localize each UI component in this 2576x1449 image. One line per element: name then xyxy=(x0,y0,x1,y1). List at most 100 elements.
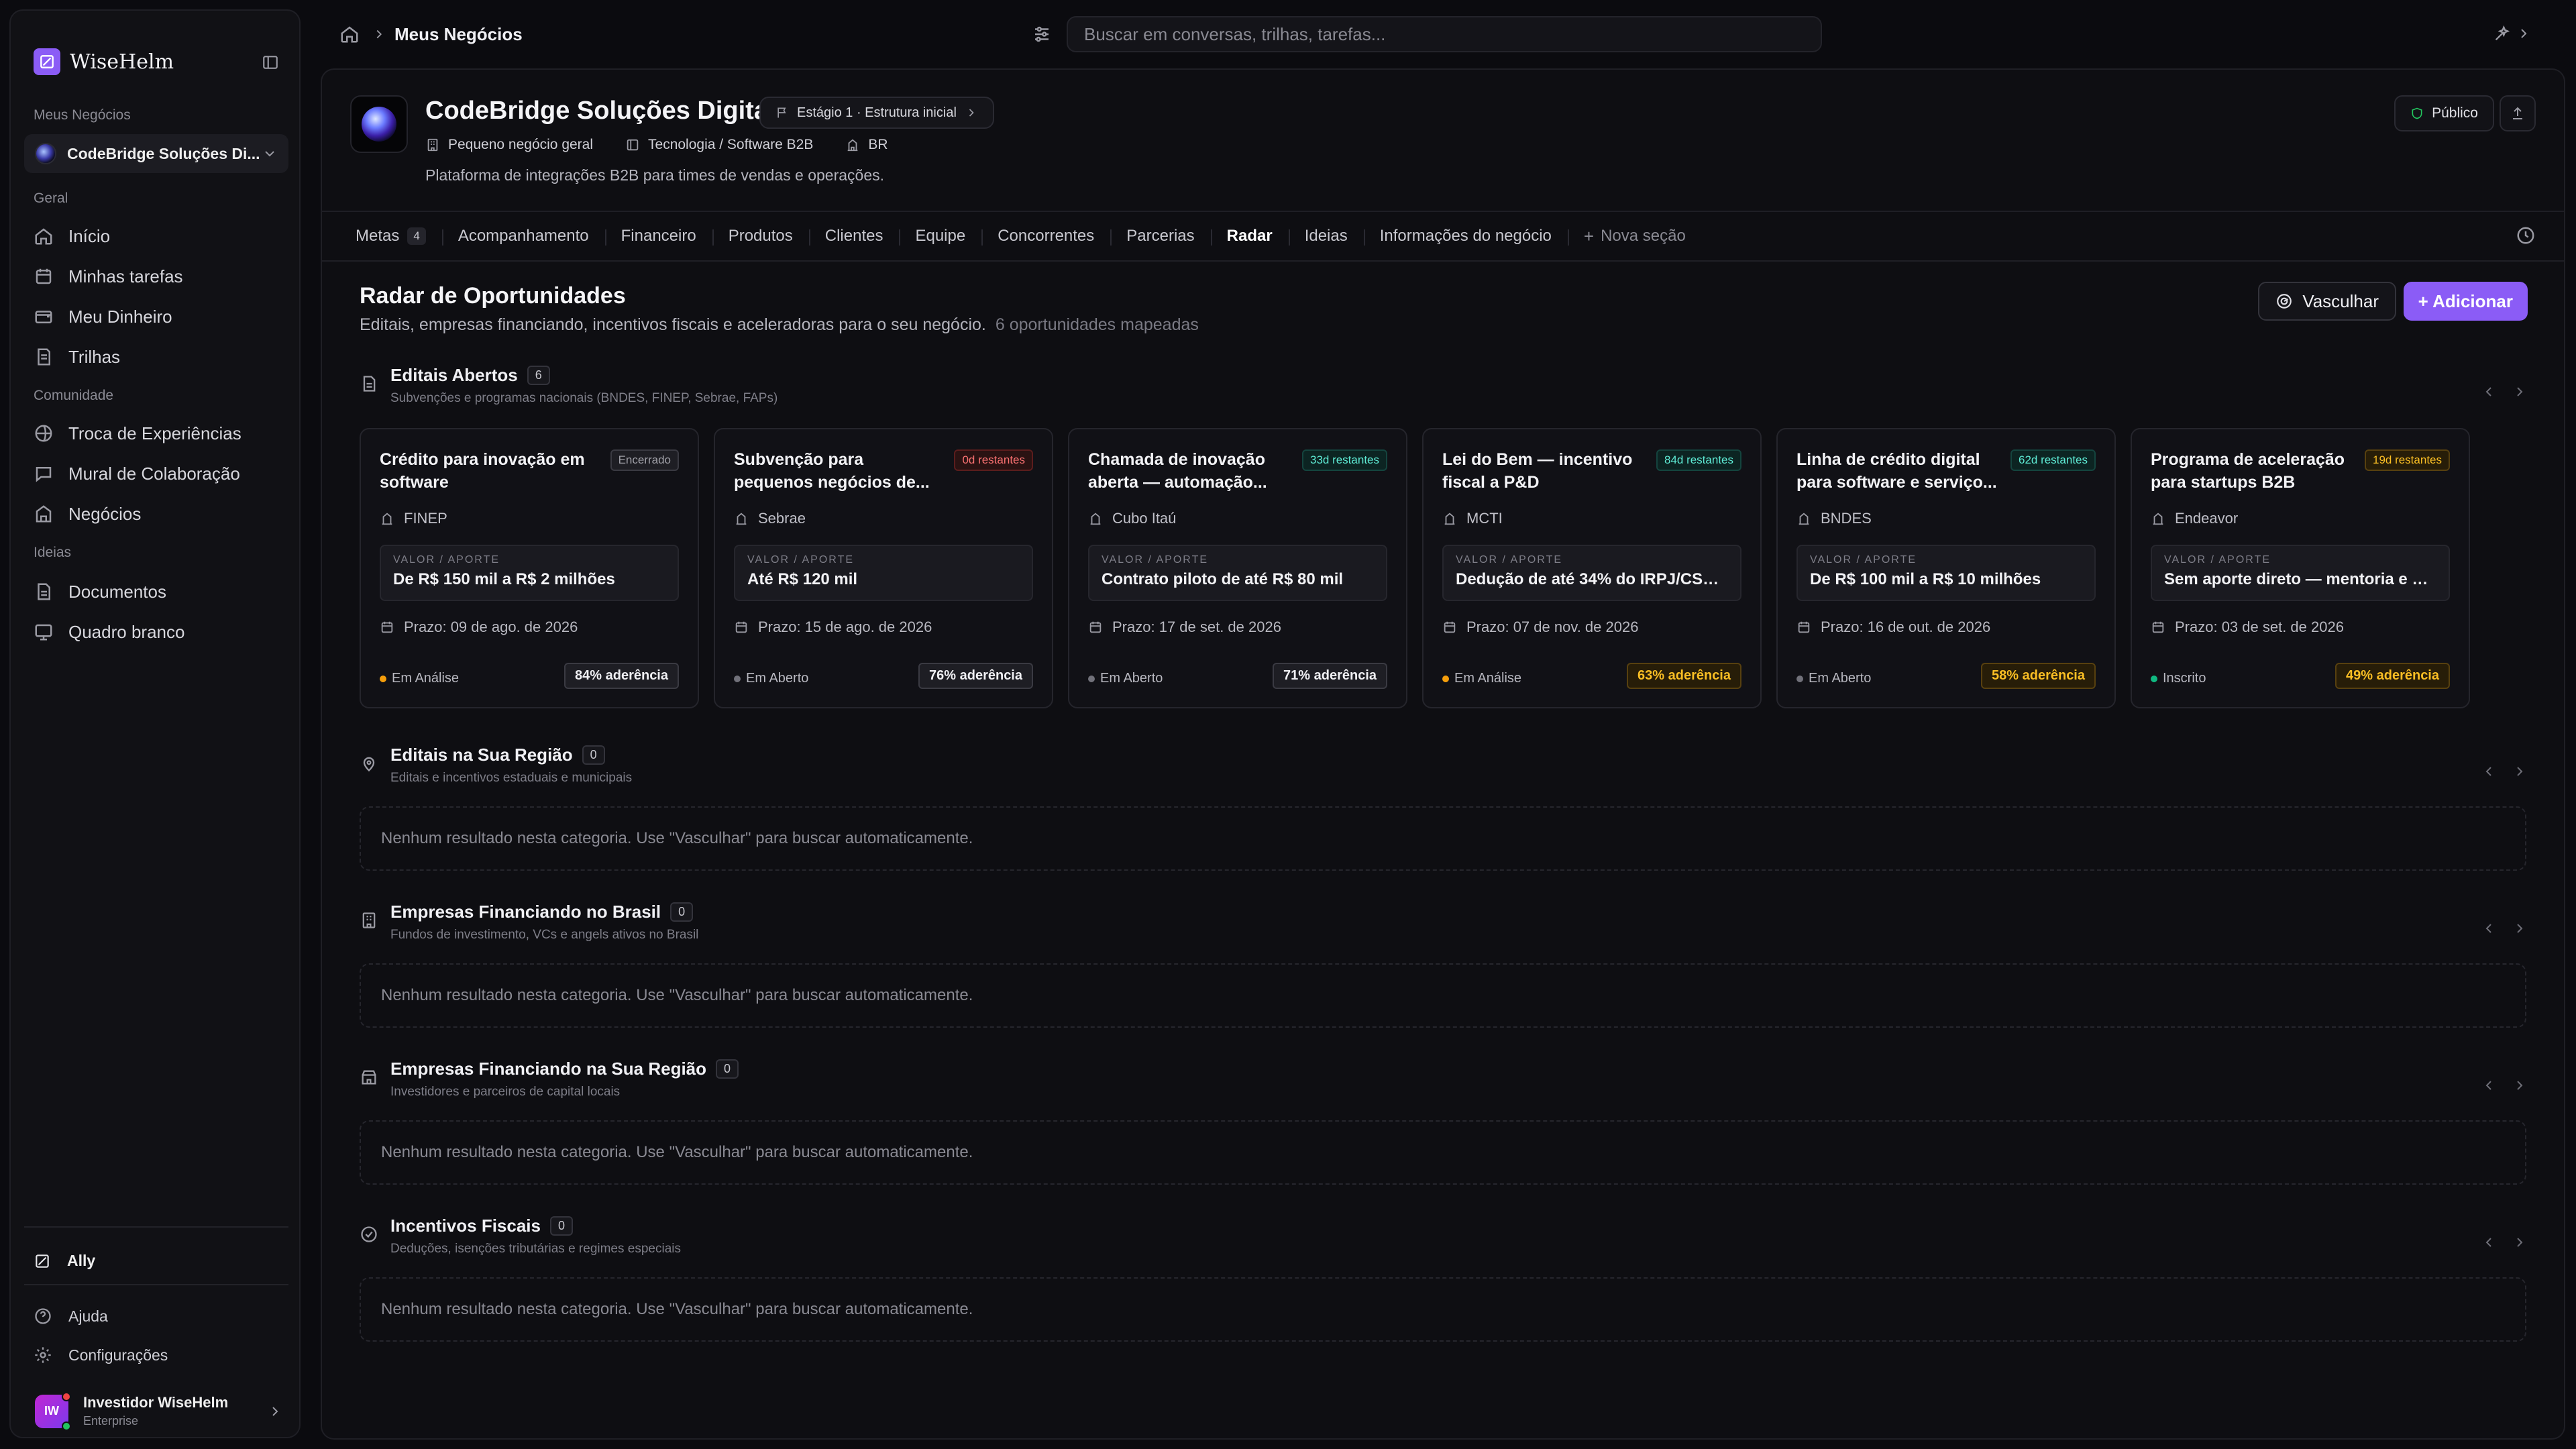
avatar: IW xyxy=(35,1391,71,1431)
section-count: 0 xyxy=(582,745,605,765)
nav-item-collab-board[interactable]: Mural de Colaboração xyxy=(34,459,240,488)
business-logo-orb xyxy=(362,107,396,142)
plus-icon: + xyxy=(1583,225,1595,246)
home-icon[interactable] xyxy=(339,24,360,44)
card-org: Cubo Itaú xyxy=(1088,510,1176,527)
chevron-right-icon[interactable] xyxy=(2512,384,2528,400)
chevron-left-icon[interactable] xyxy=(2481,763,2497,780)
stage-label: Estágio 1 · Estrutura inicial xyxy=(797,105,957,120)
value-label: VALOR / APORTE xyxy=(393,554,500,566)
chevron-right-icon[interactable] xyxy=(2512,1234,2528,1250)
chevron-right-icon[interactable] xyxy=(2512,1077,2528,1093)
card-title: Lei do Bem — incentivo fiscal a P&D xyxy=(1442,450,1633,492)
opportunity-card[interactable]: Chamada de inovação aberta — automação..… xyxy=(1068,428,1407,708)
card-deadline-text: Prazo: 03 de set. de 2026 xyxy=(2175,619,2344,635)
nav-item-tasks[interactable]: Minhas tarefas xyxy=(34,262,183,291)
opportunity-card[interactable]: Crédito para inovação em software Encerr… xyxy=(360,428,699,708)
opportunity-card[interactable]: Linha de crédito digital para software e… xyxy=(1776,428,2116,708)
chevron-left-icon[interactable] xyxy=(2481,1234,2497,1250)
tab-radar[interactable]: Radar xyxy=(1210,212,1289,260)
opportunity-card[interactable]: Programa de aceleração para startups B2B… xyxy=(2131,428,2470,708)
radar-title: Radar de Oportunidades xyxy=(360,283,626,309)
opportunity-card[interactable]: Lei do Bem — incentivo fiscal a P&D 84d … xyxy=(1422,428,1762,708)
user-menu[interactable]: IW Investidor WiseHelm Enterprise xyxy=(35,1391,283,1431)
section-title: Editais Abertos xyxy=(390,365,518,385)
section-carousel-nav xyxy=(2481,384,2528,400)
opportunity-card[interactable]: Subvenção para pequenos negócios de... 0… xyxy=(714,428,1053,708)
business-selector[interactable]: CodeBridge Soluções Di... xyxy=(24,134,288,173)
business-description: Plataforma de integrações B2B para times… xyxy=(425,166,885,184)
card-org-name: FINEP xyxy=(404,510,447,527)
history-icon[interactable] xyxy=(2516,225,2536,246)
chevron-left-icon[interactable] xyxy=(2481,920,2497,936)
brand[interactable]: WiseHelm xyxy=(34,48,174,75)
tab-concorrentes[interactable]: Concorrentes xyxy=(981,212,1110,260)
breadcrumb[interactable]: Meus Negócios xyxy=(394,24,523,45)
card-org: MCTI xyxy=(1442,510,1503,527)
tab-informacoes[interactable]: Informações do negócio xyxy=(1363,212,1568,260)
search-input[interactable] xyxy=(1084,23,1805,45)
nav-item-business[interactable]: Negócios xyxy=(34,499,141,529)
chevron-left-icon[interactable] xyxy=(2481,384,2497,400)
card-value: Até R$ 120 mil xyxy=(747,570,858,588)
calendar-icon xyxy=(2151,620,2165,635)
chevron-right-icon[interactable] xyxy=(2512,763,2528,780)
search-bar[interactable] xyxy=(1067,16,1822,52)
nav-item-documents[interactable]: Documentos xyxy=(34,577,166,606)
card-title: Crédito para inovação em software xyxy=(380,450,585,492)
tab-label: Metas xyxy=(356,227,400,245)
tab-label: Radar xyxy=(1226,227,1273,245)
ally-label: Ally xyxy=(67,1252,96,1269)
card-title: Chamada de inovação aberta — automação..… xyxy=(1088,450,1267,492)
stage-pill[interactable]: Estágio 1 · Estrutura inicial xyxy=(759,97,994,129)
card-value: Dedução de até 34% do IRPJ/CSLL... xyxy=(1456,570,1728,588)
sparkle-icon[interactable] xyxy=(2493,24,2512,43)
tab-equipe[interactable]: Equipe xyxy=(899,212,981,260)
card-deadline-text: Prazo: 17 de set. de 2026 xyxy=(1112,619,1281,635)
chevron-right-icon[interactable] xyxy=(2512,920,2528,936)
nav-item-whiteboard[interactable]: Quadro branco xyxy=(34,617,184,647)
nav-item-home[interactable]: Início xyxy=(34,221,110,251)
share-button[interactable] xyxy=(2500,95,2536,131)
tab-label: Informações do negócio xyxy=(1379,227,1552,245)
collapse-sidebar-icon[interactable] xyxy=(262,54,279,71)
tab-parcerias[interactable]: Parcerias xyxy=(1110,212,1210,260)
chevron-right-icon xyxy=(965,106,978,119)
nav-label: Início xyxy=(68,225,111,246)
tab-ideias[interactable]: Ideias xyxy=(1288,212,1364,260)
card-status: Inscrito xyxy=(2151,671,2206,686)
help-link[interactable]: Ajuda xyxy=(34,1307,108,1326)
settings-label: Configurações xyxy=(68,1346,168,1364)
empty-state: Nenhum resultado nesta categoria. Use "V… xyxy=(360,1277,2526,1342)
tab-metas[interactable]: Metas 4 xyxy=(356,212,442,260)
chevron-left-icon[interactable] xyxy=(2481,1077,2497,1093)
user-plan: Enterprise xyxy=(83,1414,139,1428)
card-title: Programa de aceleração para startups B2B xyxy=(2151,450,2345,492)
nav-item-tracks[interactable]: Trilhas xyxy=(34,342,120,372)
section-count: 6 xyxy=(527,366,550,385)
fit-badge: 71% aderência xyxy=(1273,663,1387,689)
tab-financeiro[interactable]: Financeiro xyxy=(604,212,712,260)
nav-item-experiences[interactable]: Troca de Experiências xyxy=(34,419,241,448)
tab-label: Financeiro xyxy=(621,227,696,245)
new-section-button[interactable]: + Nova seção xyxy=(1567,212,1702,260)
card-deadline-text: Prazo: 07 de nov. de 2026 xyxy=(1466,619,1639,635)
deadline-badge: 19d restantes xyxy=(2364,449,2450,471)
tasks-icon xyxy=(34,266,54,286)
add-opportunity-button[interactable]: + Adicionar xyxy=(2403,282,2528,321)
filter-icon[interactable] xyxy=(1032,24,1052,44)
chevron-right-icon[interactable] xyxy=(2516,25,2532,42)
nav-item-money[interactable]: Meu Dinheiro xyxy=(34,302,172,331)
tab-acompanhamento[interactable]: Acompanhamento xyxy=(441,212,605,260)
deadline-badge: 62d restantes xyxy=(2010,449,2096,471)
new-section-label: Nova seção xyxy=(1601,227,1686,245)
tab-clientes[interactable]: Clientes xyxy=(808,212,900,260)
scan-button[interactable]: Vasculhar xyxy=(2258,282,2396,321)
ally-button[interactable]: Ally xyxy=(34,1252,95,1270)
visibility-button[interactable]: Público xyxy=(2394,95,2494,131)
tab-produtos[interactable]: Produtos xyxy=(712,212,809,260)
value-label: VALOR / APORTE xyxy=(1102,554,1209,566)
notification-dot xyxy=(62,1391,71,1401)
settings-link[interactable]: Configurações xyxy=(34,1346,168,1364)
section-funders-brazil: Empresas Financiando no Brasil 0 Fundos d… xyxy=(360,902,698,943)
